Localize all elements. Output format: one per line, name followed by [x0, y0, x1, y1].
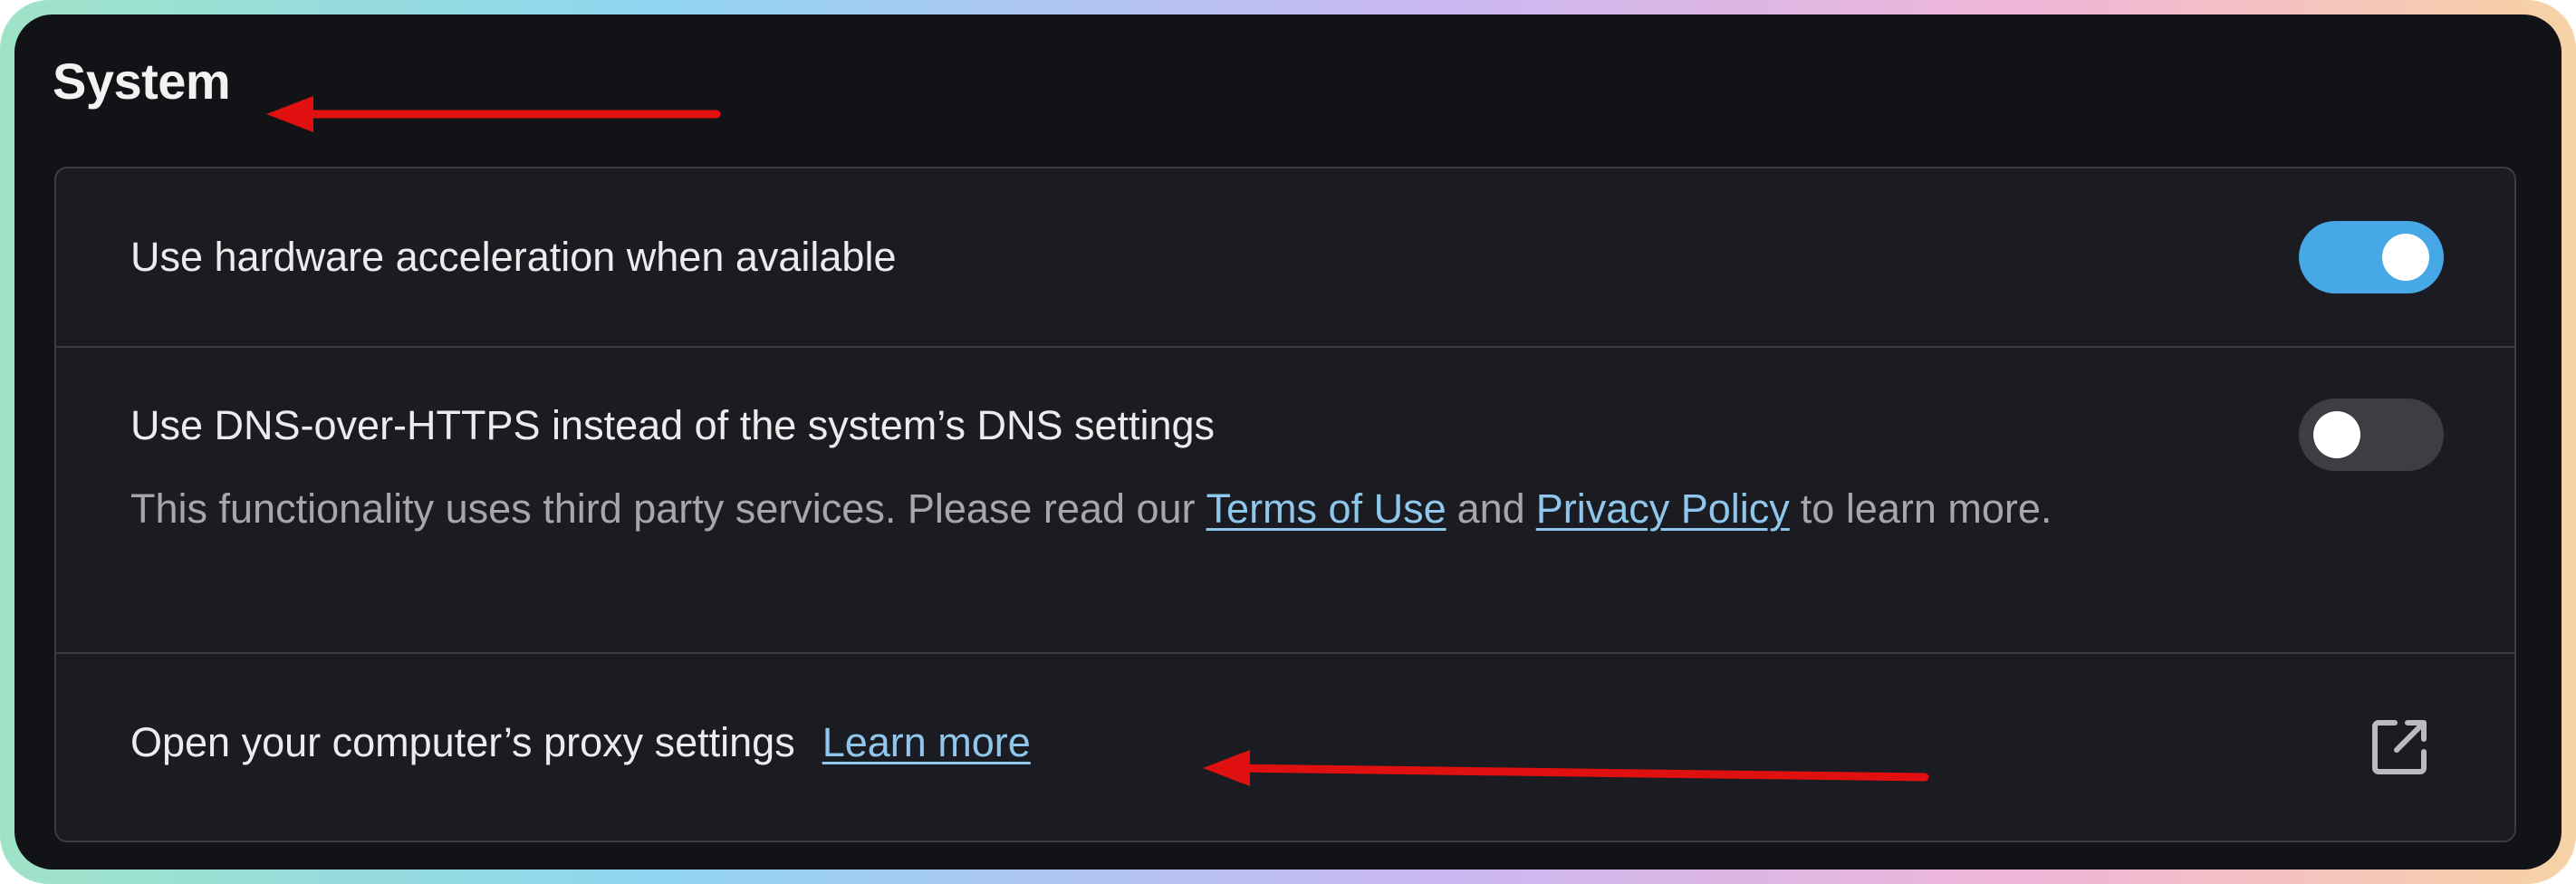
- hardware-acceleration-row: Use hardware acceleration when available: [56, 168, 2514, 346]
- proxy-settings-row[interactable]: Open your computer’s proxy settings Learn…: [56, 652, 2514, 842]
- proxy-settings-text: Open your computer’s proxy settings: [130, 719, 795, 765]
- toggle-knob: [2382, 234, 2429, 281]
- dns-over-https-row: Use DNS-over-HTTPS instead of the system…: [56, 346, 2514, 652]
- learn-more-link[interactable]: Learn more: [822, 719, 1031, 765]
- dns-over-https-toggle[interactable]: [2299, 399, 2444, 471]
- section-title: System: [53, 53, 231, 110]
- dns-description-text: This functionality uses third party serv…: [130, 485, 1196, 532]
- system-settings-card: Use hardware acceleration when available…: [54, 167, 2516, 842]
- external-link-icon[interactable]: [2368, 714, 2433, 779]
- terms-of-use-link[interactable]: Terms of Use: [1206, 485, 1447, 532]
- proxy-settings-label: Open your computer’s proxy settings Learn…: [130, 719, 1031, 766]
- dns-description: This functionality uses third party serv…: [130, 473, 2078, 545]
- annotation-arrow-title: [266, 96, 721, 132]
- dns-description-and: and: [1456, 485, 1525, 532]
- privacy-policy-link[interactable]: Privacy Policy: [1536, 485, 1790, 532]
- gradient-frame: System Use hardware acceleration when av…: [0, 0, 2576, 884]
- toggle-knob: [2313, 411, 2360, 458]
- dns-description-end: to learn more.: [1800, 485, 2052, 532]
- settings-window: System Use hardware acceleration when av…: [14, 14, 2562, 870]
- hardware-acceleration-label: Use hardware acceleration when available: [130, 234, 897, 280]
- hardware-acceleration-toggle[interactable]: [2299, 221, 2444, 293]
- dns-over-https-label: Use DNS-over-HTTPS instead of the system…: [130, 402, 1216, 448]
